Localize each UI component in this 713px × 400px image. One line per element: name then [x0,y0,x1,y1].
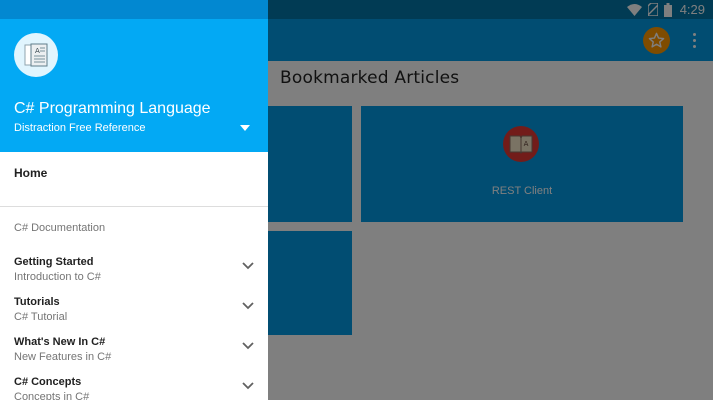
navigation-drawer: A C# Programming Language Distraction Fr… [0,0,268,400]
divider [0,206,268,207]
app-logo-icon: A [14,33,58,77]
drawer-subtitle: Distraction Free Reference [14,122,146,134]
chevron-down-icon[interactable] [241,381,255,391]
menu-item-title: Tutorials [14,296,60,308]
menu-item-whats-new[interactable]: What's New In C# New Features in C# [0,333,268,371]
menu-item-home[interactable]: Home [0,152,268,194]
menu-item-title: Getting Started [14,256,94,268]
menu-item-concepts[interactable]: C# Concepts Concepts in C# [0,373,268,400]
menu-item-subtitle: New Features in C# [14,351,112,363]
dropdown-arrow-icon [240,125,250,131]
drawer-title: C# Programming Language [14,100,211,117]
dropdown-toggle[interactable] [238,123,252,133]
menu-item-getting-started[interactable]: Getting Started Introduction to C# [0,253,268,291]
section-subheader: C# Documentation [14,222,106,234]
drawer-status-bar [0,0,268,19]
menu-item-subtitle: Concepts in C# [14,391,90,400]
chevron-down-icon[interactable] [241,341,255,351]
menu-item-subtitle: C# Tutorial [14,311,68,323]
drawer-header: A C# Programming Language Distraction Fr… [0,0,268,152]
menu-item-tutorials[interactable]: Tutorials C# Tutorial [0,293,268,331]
menu-item-title: C# Concepts [14,376,82,388]
svg-text:A: A [35,47,40,55]
menu-item-label: Home [14,166,48,180]
menu-item-subtitle: Introduction to C# [14,271,101,283]
menu-item-title: What's New In C# [14,336,106,348]
chevron-down-icon[interactable] [241,261,255,271]
chevron-down-icon[interactable] [241,301,255,311]
